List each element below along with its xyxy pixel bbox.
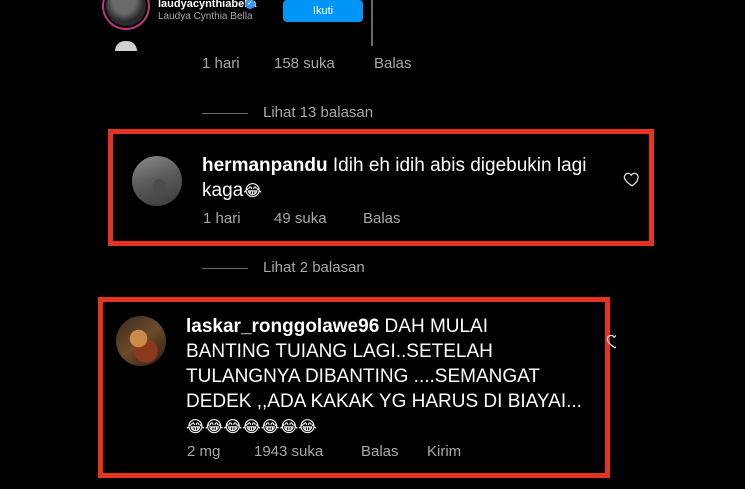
laughing-emoji-row: 😂😂😂😂😂😂😂 (186, 419, 317, 436)
comment-likes-count[interactable]: 49 suka (274, 210, 327, 227)
heart-outline-icon[interactable] (623, 170, 641, 188)
commenter-username[interactable]: laskar_ronggolawe96 (186, 316, 379, 337)
comment-text-continued: DEDEK ,,ADA KAKAK YG HARUS DI BIAYAI... (186, 391, 582, 412)
comment-likes-count[interactable]: 158 suka (274, 55, 335, 72)
post-author-username[interactable]: laudyacynthiabella (158, 0, 256, 10)
comment-text-continued: TULANGNYA DIBANTING ....SEMANGAT (186, 366, 541, 387)
laughing-emoji: 😂 (243, 183, 262, 200)
commenter-avatar[interactable] (132, 156, 182, 206)
comment-time: 1 hari (202, 55, 240, 72)
send-button[interactable]: Kirim (427, 443, 461, 460)
vertical-divider (371, 0, 373, 46)
comment-text-continued: BANTING TUIANG LAGI..SETELAH (186, 341, 493, 362)
replies-divider (202, 268, 248, 269)
post-author-avatar-secondary (115, 41, 137, 51)
heart-outline-icon[interactable] (606, 332, 616, 350)
comment-likes-count[interactable]: 1943 suka (254, 443, 323, 460)
comment-text: DAH MULAI (384, 316, 489, 337)
comment-body: hermanpandu Idih eh idih abis digebukin … (202, 153, 612, 204)
comment-body: laskar_ronggolawe96 DAH MULAI BANTING TU… (186, 314, 596, 440)
comment-text: Idih eh idih abis digebukin lagi (332, 155, 587, 176)
view-replies-link[interactable]: Lihat 2 balasan (263, 259, 365, 276)
commenter-username[interactable]: hermanpandu (202, 155, 328, 176)
view-replies-link[interactable]: Lihat 13 balasan (263, 104, 373, 121)
post-author-avatar[interactable] (106, 0, 146, 26)
comment-time: 1 hari (203, 210, 241, 227)
reply-button[interactable]: Balas (374, 55, 412, 72)
comment-time: 2 mg (187, 443, 221, 460)
post-author-full-name: Laudya Cynthia Bella (158, 11, 253, 22)
reply-button[interactable]: Balas (363, 210, 401, 227)
follow-button[interactable]: Ikuti (283, 0, 363, 22)
replies-divider (202, 113, 248, 114)
reply-button[interactable]: Balas (361, 443, 399, 460)
comment-text-continued: kaga (202, 180, 244, 201)
commenter-avatar[interactable] (116, 316, 166, 366)
